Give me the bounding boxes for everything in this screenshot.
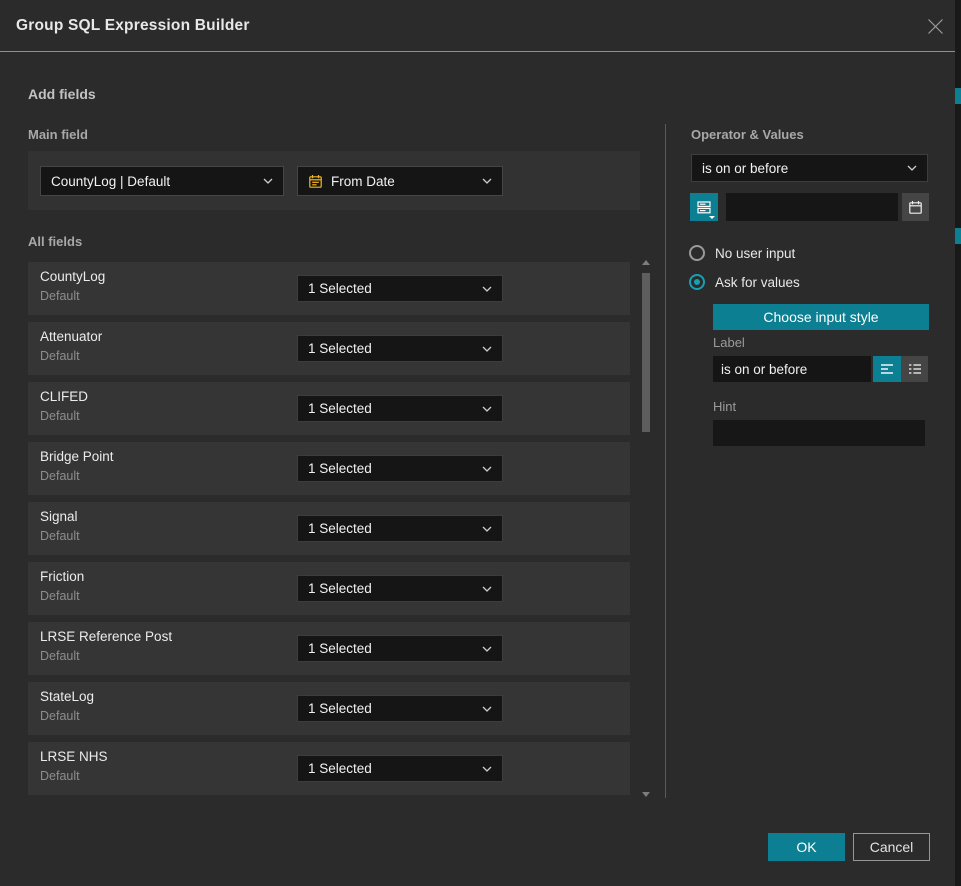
- field-selection-dropdown[interactable]: 1 Selected: [297, 635, 503, 662]
- scrollbar-down-icon[interactable]: [641, 790, 651, 798]
- calendar-icon: [308, 174, 323, 189]
- field-type: Default: [40, 529, 80, 543]
- background-app-edge: [955, 0, 961, 886]
- operator-dropdown[interactable]: is on or before: [691, 154, 928, 182]
- field-row-signal: Signal Default 1 Selected: [28, 502, 630, 555]
- chevron-down-icon: [482, 706, 492, 712]
- field-row-attenuator: Attenuator Default 1 Selected: [28, 322, 630, 375]
- main-field-dropdown[interactable]: From Date: [297, 166, 503, 196]
- radio-circle-selected-icon: [689, 274, 705, 290]
- chevron-down-icon: [482, 178, 492, 184]
- field-name: StateLog: [40, 689, 94, 704]
- field-type: Default: [40, 769, 80, 783]
- value-list-mode-button[interactable]: [690, 193, 718, 221]
- chevron-down-icon: [263, 178, 273, 184]
- main-field-dropdown-value: From Date: [331, 174, 476, 189]
- field-row-bridge-point: Bridge Point Default 1 Selected: [28, 442, 630, 495]
- add-fields-heading: Add fields: [28, 86, 96, 102]
- cancel-button[interactable]: Cancel: [853, 833, 930, 861]
- scrollbar-up-icon[interactable]: [641, 258, 651, 266]
- radio-label: No user input: [715, 246, 795, 261]
- field-selection-dropdown[interactable]: 1 Selected: [297, 275, 503, 302]
- chevron-down-icon: [482, 646, 492, 652]
- field-row-friction: Friction Default 1 Selected: [28, 562, 630, 615]
- chevron-down-icon: [907, 165, 917, 171]
- hint-input[interactable]: [713, 420, 925, 446]
- edge-accent-mark: [955, 88, 961, 104]
- field-name: Attenuator: [40, 329, 102, 344]
- date-value-input[interactable]: [726, 193, 898, 221]
- field-name: Signal: [40, 509, 78, 524]
- field-name: LRSE Reference Post: [40, 629, 172, 644]
- field-type: Default: [40, 469, 80, 483]
- chevron-down-icon: [482, 766, 492, 772]
- choose-input-style-button[interactable]: Choose input style: [713, 304, 929, 330]
- close-icon[interactable]: [922, 13, 948, 39]
- field-type: Default: [40, 289, 80, 303]
- single-line-style-button[interactable]: [873, 356, 901, 382]
- list-style-button[interactable]: [901, 356, 928, 382]
- chevron-down-icon: [482, 286, 492, 292]
- field-type: Default: [40, 709, 80, 723]
- main-field-strip: CountyLog | Default From Date: [28, 151, 640, 210]
- field-row-lrse-nhs: LRSE NHS Default 1 Selected: [28, 742, 630, 795]
- radio-circle-icon: [689, 245, 705, 261]
- field-name: Bridge Point: [40, 449, 114, 464]
- titlebar-separator: [0, 51, 955, 52]
- radio-ask-for-values[interactable]: Ask for values: [689, 274, 800, 290]
- field-row-lrse-reference-post: LRSE Reference Post Default 1 Selected: [28, 622, 630, 675]
- field-selection-dropdown[interactable]: 1 Selected: [297, 575, 503, 602]
- scrollbar-thumb[interactable]: [642, 273, 650, 432]
- chevron-down-icon: [482, 346, 492, 352]
- panel-divider: [665, 124, 666, 798]
- field-selection-dropdown[interactable]: 1 Selected: [297, 515, 503, 542]
- all-fields-heading: All fields: [28, 234, 82, 249]
- field-selection-dropdown[interactable]: 1 Selected: [297, 695, 503, 722]
- field-name: CountyLog: [40, 269, 105, 284]
- radio-no-user-input[interactable]: No user input: [689, 245, 795, 261]
- chevron-down-icon: [482, 526, 492, 532]
- mini-caret-icon: [709, 216, 715, 219]
- main-field-heading: Main field: [28, 127, 88, 142]
- dialog-title: Group SQL Expression Builder: [16, 0, 250, 51]
- field-type: Default: [40, 589, 80, 603]
- field-row-countylog: CountyLog Default 1 Selected: [28, 262, 630, 315]
- chevron-down-icon: [482, 586, 492, 592]
- edge-accent-mark: [955, 228, 961, 244]
- field-selection-dropdown[interactable]: 1 Selected: [297, 395, 503, 422]
- field-selection-dropdown[interactable]: 1 Selected: [297, 755, 503, 782]
- group-sql-expression-builder-dialog: Group SQL Expression Builder Add fields …: [0, 0, 955, 886]
- label-input[interactable]: [713, 356, 871, 382]
- ok-button[interactable]: OK: [768, 833, 845, 861]
- field-selection-dropdown[interactable]: 1 Selected: [297, 455, 503, 482]
- main-layer-dropdown[interactable]: CountyLog | Default: [40, 166, 284, 196]
- field-type: Default: [40, 649, 80, 663]
- main-layer-dropdown-value: CountyLog | Default: [51, 174, 257, 189]
- field-name: CLIFED: [40, 389, 88, 404]
- chevron-down-icon: [482, 406, 492, 412]
- dialog-titlebar: Group SQL Expression Builder: [0, 0, 955, 51]
- radio-label: Ask for values: [715, 275, 800, 290]
- field-name: LRSE NHS: [40, 749, 108, 764]
- hint-field-label: Hint: [713, 399, 736, 414]
- operator-dropdown-value: is on or before: [702, 161, 901, 176]
- field-selection-dropdown[interactable]: 1 Selected: [297, 335, 503, 362]
- field-type: Default: [40, 409, 80, 423]
- operator-values-heading: Operator & Values: [691, 127, 804, 142]
- label-field-label: Label: [713, 335, 745, 350]
- field-type: Default: [40, 349, 80, 363]
- field-row-statelog: StateLog Default 1 Selected: [28, 682, 630, 735]
- field-name: Friction: [40, 569, 84, 584]
- field-row-clifed: CLIFED Default 1 Selected: [28, 382, 630, 435]
- date-picker-button[interactable]: [902, 193, 929, 221]
- chevron-down-icon: [482, 466, 492, 472]
